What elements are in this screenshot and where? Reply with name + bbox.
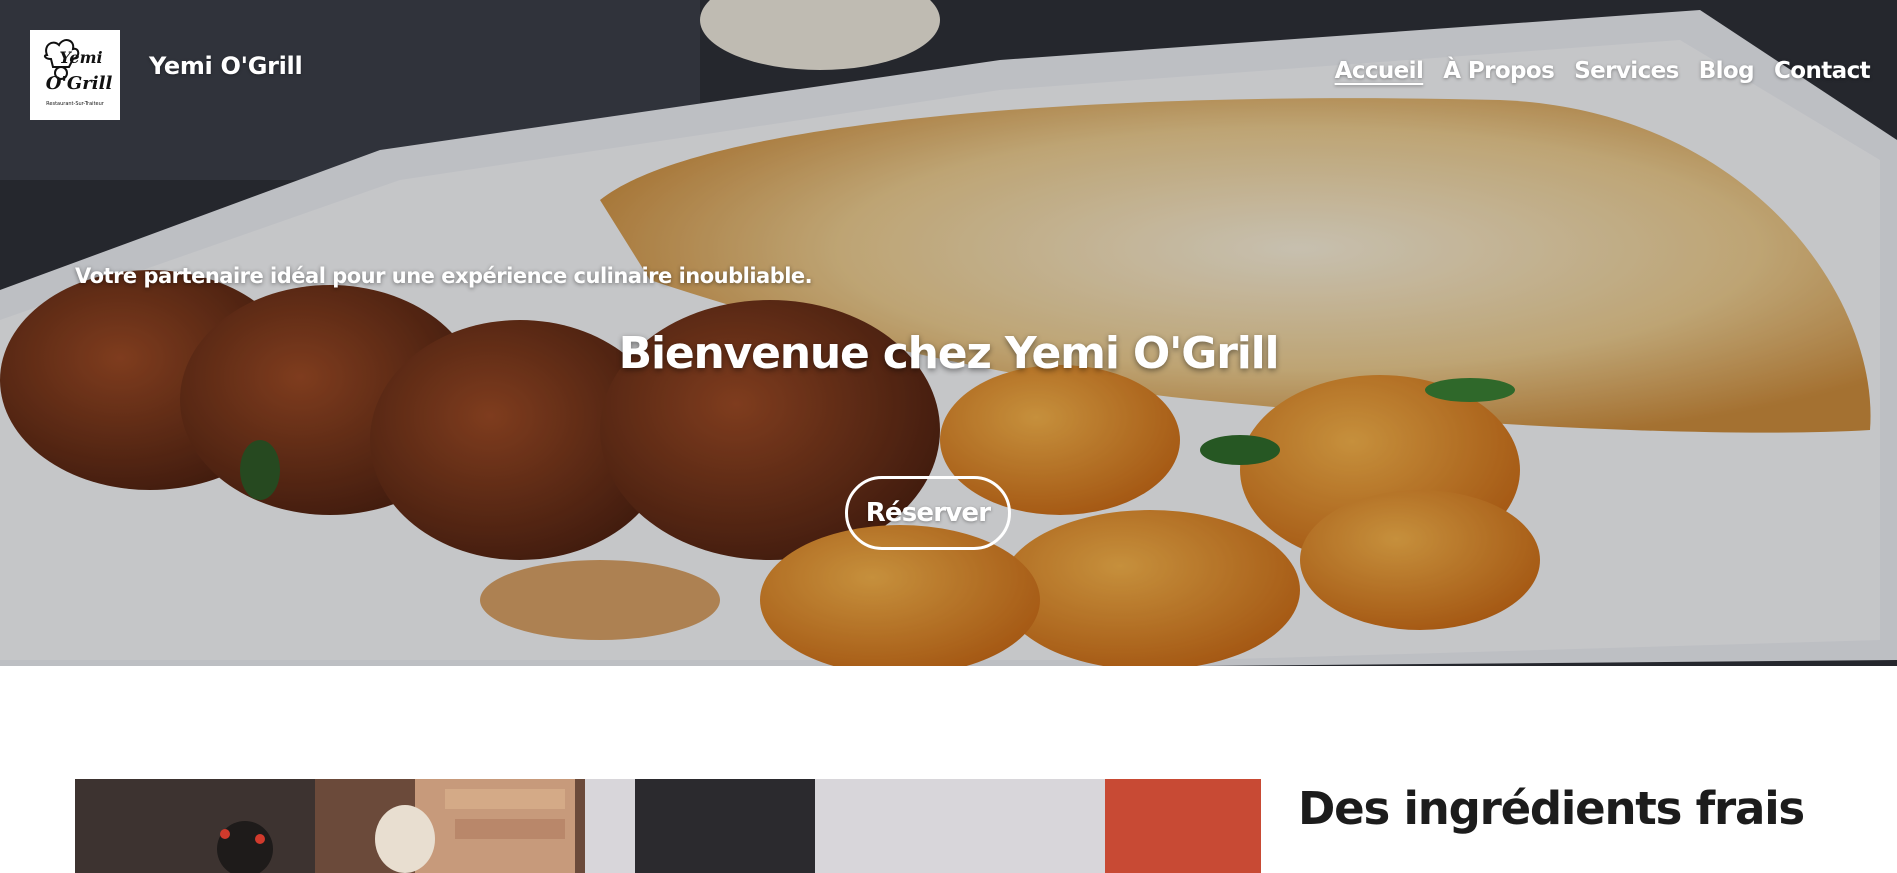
logo-text-line2: O'Grill xyxy=(46,73,113,94)
nav-item-contact[interactable]: Contact xyxy=(1774,58,1871,84)
logo-subtitle: Restaurant-Sur-Traiteur xyxy=(46,101,105,107)
nav-item-a-propos[interactable]: À Propos xyxy=(1443,58,1555,84)
main-nav: Accueil À Propos Services Blog Contact xyxy=(1335,58,1871,84)
hero-tagline: Votre partenaire idéal pour une expérien… xyxy=(75,264,813,288)
feature-image xyxy=(75,779,1261,873)
chef-logo-icon: Yemi O'Grill Restaurant-Sur-Traiteur xyxy=(43,39,113,107)
nav-item-accueil[interactable]: Accueil xyxy=(1335,58,1424,84)
logo-text-line1: Yemi xyxy=(59,48,102,67)
site-name[interactable]: Yemi O'Grill xyxy=(149,52,303,80)
nav-item-blog[interactable]: Blog xyxy=(1699,58,1755,84)
logo[interactable]: Yemi O'Grill Restaurant-Sur-Traiteur xyxy=(30,30,120,120)
nav-item-services[interactable]: Services xyxy=(1574,58,1679,84)
feature-title: Des ingrédients frais xyxy=(1298,782,1805,835)
reserve-button[interactable]: Réserver xyxy=(845,476,1011,550)
hero-section: Yemi O'Grill Restaurant-Sur-Traiteur Yem… xyxy=(0,0,1897,666)
hero-title: Bienvenue chez Yemi O'Grill xyxy=(618,328,1280,379)
